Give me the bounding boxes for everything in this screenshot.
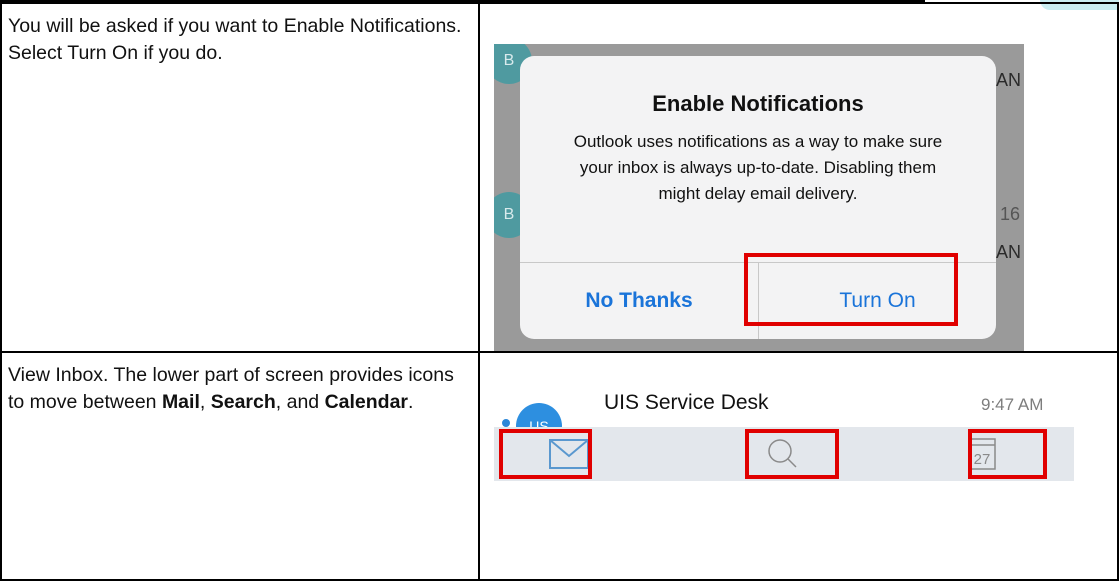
table-row: You will be asked if you want to Enable … bbox=[0, 2, 1119, 353]
background-fragment: AN bbox=[996, 70, 1022, 90]
no-thanks-button[interactable]: No Thanks bbox=[520, 263, 758, 339]
screenshot-cell: B B AN 16 AN Enable Notifications Outloo… bbox=[478, 2, 1119, 353]
table-row: View Inbox. The lower part of screen pro… bbox=[0, 351, 1119, 581]
tab-bar: 27 bbox=[494, 427, 1074, 481]
search-term: Search bbox=[210, 390, 276, 413]
text-run: , bbox=[199, 390, 211, 413]
text-run: , and bbox=[275, 390, 325, 413]
inbox-screenshot: US UIS Service Desk 9:47 AM 27 bbox=[494, 391, 1074, 481]
calendar-term: Calendar bbox=[324, 390, 409, 413]
enable-notifications-screenshot: B B AN 16 AN Enable Notifications Outloo… bbox=[494, 44, 1024, 351]
mail-term: Mail bbox=[161, 390, 200, 413]
unread-dot bbox=[502, 419, 510, 427]
background-fragment: 16 bbox=[1000, 204, 1021, 224]
dialog-title: Enable Notifications bbox=[652, 91, 864, 116]
highlight-box bbox=[744, 253, 958, 326]
message-sender[interactable]: UIS Service Desk bbox=[604, 391, 769, 415]
instruction-cell: View Inbox. The lower part of screen pro… bbox=[0, 351, 480, 581]
text-run: . bbox=[408, 390, 414, 413]
highlight-box bbox=[745, 429, 839, 479]
screenshot-cell: US UIS Service Desk 9:47 AM 27 bbox=[478, 351, 1119, 581]
message-time: 9:47 AM bbox=[981, 395, 1044, 414]
instruction-cell: You will be asked if you want to Enable … bbox=[0, 2, 480, 353]
highlight-box bbox=[968, 429, 1047, 479]
dialog-message: Outlook uses notifications as a way to m… bbox=[573, 132, 943, 203]
background-fragment: AN bbox=[996, 242, 1022, 262]
instruction-table: You will be asked if you want to Enable … bbox=[0, 2, 1119, 581]
enable-notifications-dialog: Enable Notifications Outlook uses notifi… bbox=[520, 56, 996, 339]
highlight-box bbox=[499, 429, 592, 479]
instruction-text: You will be asked if you want to Enable … bbox=[8, 15, 462, 64]
instruction-text: View Inbox. The lower part of screen pro… bbox=[8, 362, 468, 415]
